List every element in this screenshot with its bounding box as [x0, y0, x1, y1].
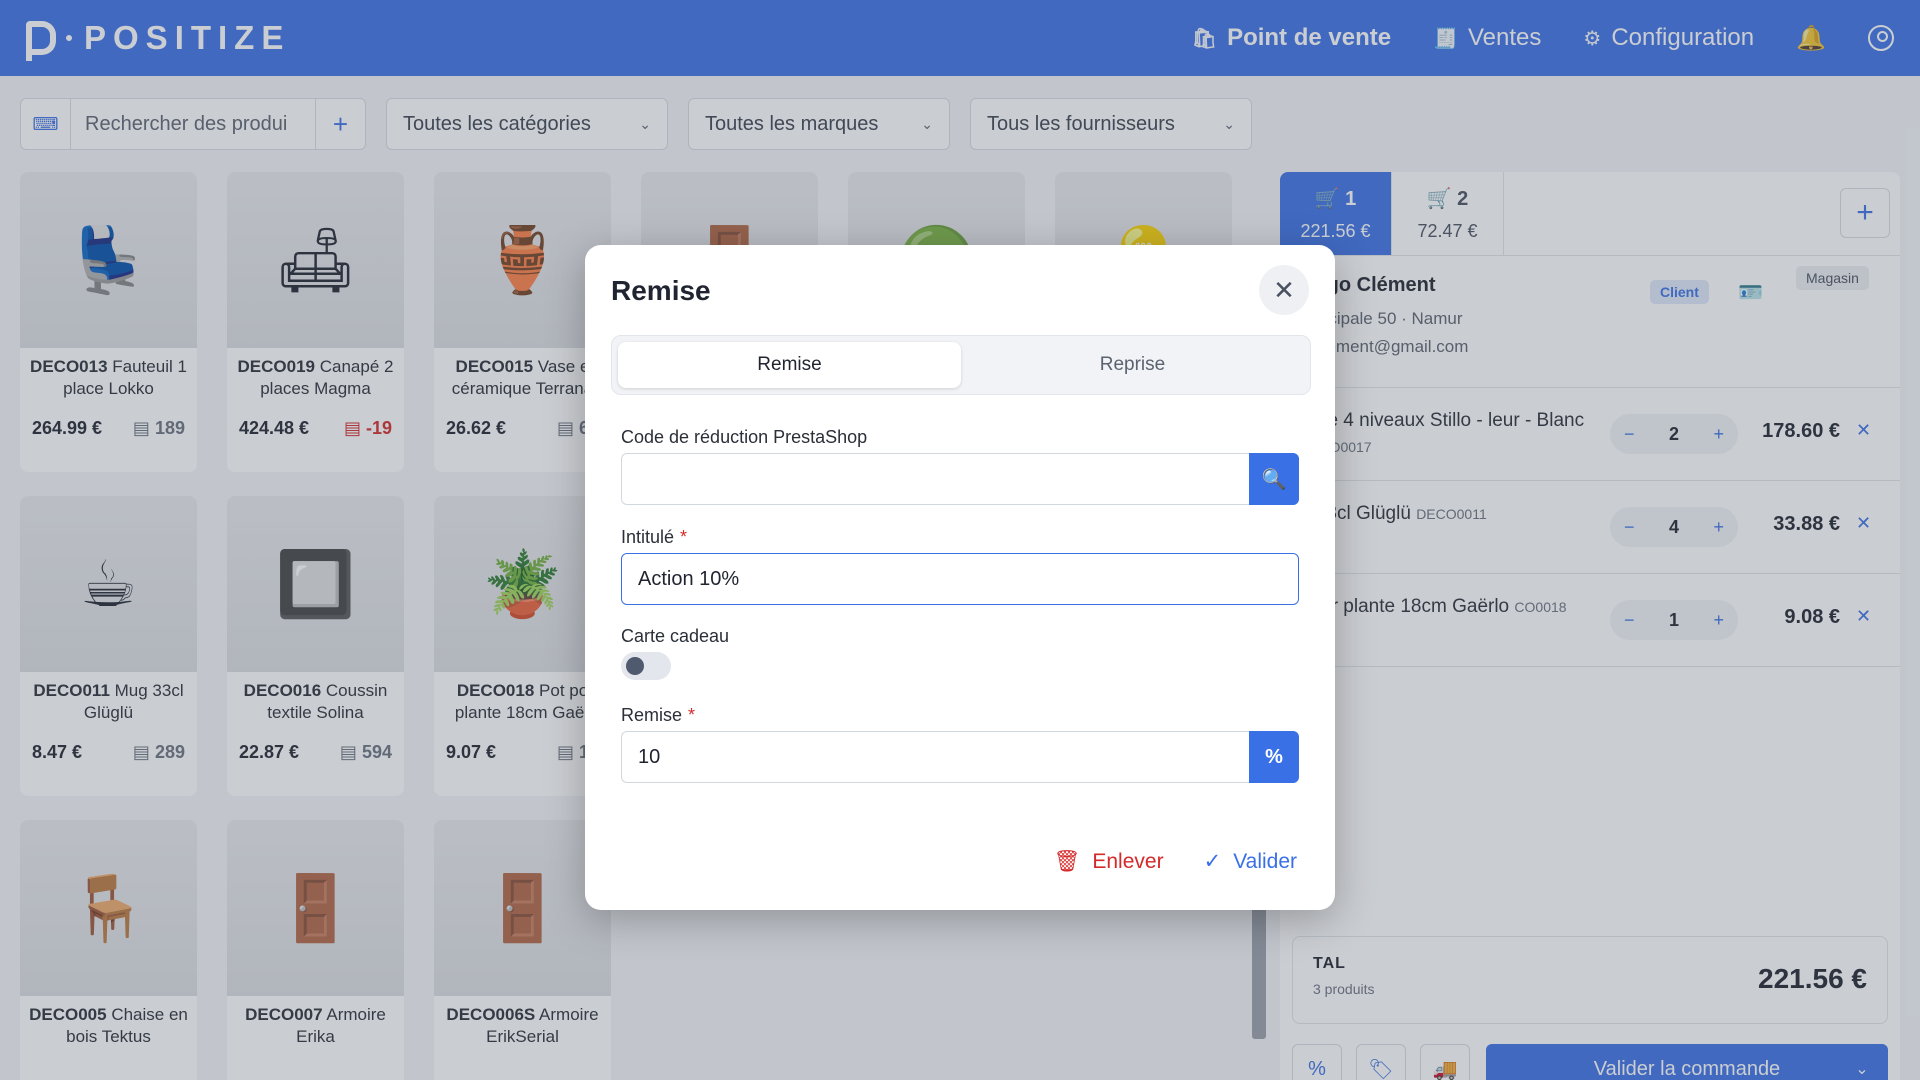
code-label: Code de réduction PrestaShop [621, 427, 868, 447]
tab-reprise[interactable]: Reprise [961, 342, 1304, 388]
search-icon: 🔍 [1261, 468, 1287, 491]
modal-title: Remise [611, 275, 711, 306]
validate-button[interactable]: ✓ Valider [1204, 849, 1297, 874]
close-icon: ✕ [1273, 274, 1295, 305]
tab-remise[interactable]: Remise [618, 342, 961, 388]
title-input[interactable]: Action 10% [621, 553, 1299, 605]
gift-card-label: Carte cadeau [621, 626, 730, 646]
remove-button[interactable]: 🗑 Enlever [1054, 849, 1164, 874]
trash-icon: 🗑 [1053, 849, 1081, 873]
gift-card-toggle[interactable] [621, 652, 671, 680]
modal-actions: 🗑 Enlever ✓ Valider [1054, 849, 1297, 874]
discount-label: Remise * [621, 705, 696, 725]
title-label: Intitulé * [621, 527, 688, 547]
percent-icon: % [1265, 745, 1283, 768]
code-search-button[interactable]: 🔍 [1249, 453, 1299, 505]
discount-unit-button[interactable]: % [1249, 731, 1299, 783]
close-button[interactable]: ✕ [1259, 265, 1309, 315]
code-input[interactable]: 🔍 [621, 453, 1299, 505]
modal-tabs: Remise Reprise [611, 335, 1311, 395]
discount-input[interactable]: 10 % [621, 731, 1299, 783]
check-icon: ✓ [1203, 850, 1222, 873]
discount-modal: Remise ✕ Remise Reprise Code de réductio… [585, 245, 1335, 910]
